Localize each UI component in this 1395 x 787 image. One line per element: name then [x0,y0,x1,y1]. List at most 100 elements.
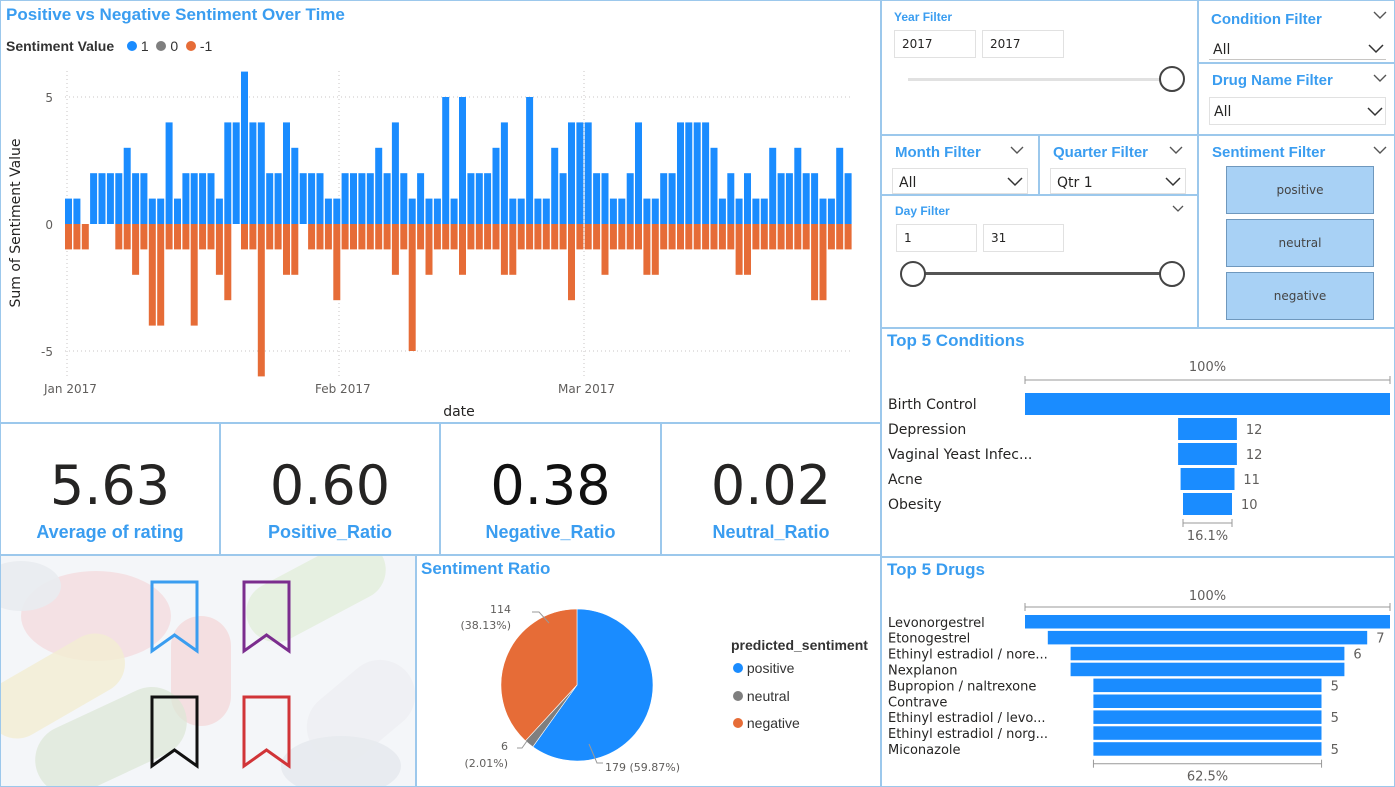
chevron-down-icon[interactable] [1373,74,1387,83]
negative-bar[interactable] [123,224,131,250]
negative-bar[interactable] [417,224,425,250]
negative-bar[interactable] [241,224,248,250]
negative-bar[interactable] [769,224,777,250]
negative-bar[interactable] [584,224,592,250]
funnel-bar[interactable] [1180,468,1235,490]
positive-bar[interactable] [417,173,425,224]
positive-bar[interactable] [526,97,534,224]
positive-bar[interactable] [760,198,768,224]
positive-bar[interactable] [484,173,492,224]
positive-bar[interactable] [241,71,248,224]
negative-bar[interactable] [224,224,232,301]
positive-bar[interactable] [509,198,517,224]
day-slider-handle-start[interactable] [900,261,926,287]
positive-bar[interactable] [702,122,710,224]
day-from-input[interactable]: 1 [896,224,977,252]
positive-bar[interactable] [274,173,282,224]
sentiment-option-negative[interactable]: negative [1226,272,1374,320]
negative-bar[interactable] [651,224,659,275]
negative-bar[interactable] [283,224,290,275]
funnel-bar[interactable] [1178,418,1237,440]
positive-bar[interactable] [358,173,366,224]
positive-bar[interactable] [677,122,684,224]
negative-bar[interactable] [257,224,265,377]
month-filter-dropdown[interactable]: All [892,168,1028,194]
positive-bar[interactable] [643,198,651,224]
day-slider-handle-end[interactable] [1159,261,1185,287]
positive-bar[interactable] [190,173,198,224]
funnel-bar[interactable] [1025,615,1390,629]
negative-bar[interactable] [182,224,190,250]
funnel-bar[interactable] [1025,393,1390,415]
negative-bar[interactable] [442,224,450,250]
positive-bar[interactable] [90,173,98,224]
negative-bar[interactable] [190,224,198,326]
positive-bar[interactable] [308,173,316,224]
positive-bar[interactable] [517,198,525,224]
positive-bar[interactable] [802,173,810,224]
positive-bar[interactable] [710,147,718,224]
negative-bar[interactable] [148,224,156,326]
negative-bar[interactable] [727,224,735,250]
positive-bar[interactable] [400,173,408,224]
positive-bar[interactable] [316,173,324,224]
positive-bar[interactable] [106,173,114,224]
negative-bar[interactable] [609,224,617,250]
chevron-down-icon[interactable] [1172,205,1184,213]
negative-bar[interactable] [65,224,72,250]
pie-legend-neutral[interactable]: neutral [733,688,790,704]
negative-bar[interactable] [433,224,441,250]
year-slider-track[interactable] [908,78,1174,81]
positive-bar[interactable] [366,173,374,224]
positive-bar[interactable] [459,97,466,224]
negative-bar[interactable] [710,224,718,250]
positive-bar[interactable] [182,173,190,224]
positive-bar[interactable] [324,198,332,224]
negative-bar[interactable] [383,224,391,250]
positive-bar[interactable] [65,198,72,224]
negative-bar[interactable] [316,224,324,250]
negative-bar[interactable] [132,224,140,275]
positive-bar[interactable] [341,173,349,224]
chevron-down-icon[interactable] [1169,146,1183,155]
positive-bar[interactable] [727,173,735,224]
bookmark-blue-icon[interactable] [149,579,201,655]
negative-bar[interactable] [467,224,475,250]
funnel-bar[interactable] [1070,646,1345,661]
negative-bar[interactable] [735,224,743,275]
negative-bar[interactable] [341,224,349,250]
funnel-bar[interactable] [1093,710,1322,724]
negative-bar[interactable] [702,224,710,250]
negative-bar[interactable] [500,224,508,275]
positive-bar[interactable] [207,173,215,224]
positive-bar[interactable] [651,198,659,224]
day-to-input[interactable]: 31 [983,224,1064,252]
positive-bar[interactable] [174,198,181,224]
negative-bar[interactable] [408,224,416,351]
positive-bar[interactable] [693,122,701,224]
negative-bar[interactable] [568,224,575,301]
positive-bar[interactable] [559,173,567,224]
funnel-bar[interactable] [1093,742,1322,756]
negative-bar[interactable] [358,224,366,250]
funnel-bar[interactable] [1093,694,1322,709]
positive-bar[interactable] [551,147,559,224]
negative-bar[interactable] [559,224,567,250]
positive-bar[interactable] [836,147,844,224]
negative-bar[interactable] [199,224,207,250]
positive-bar[interactable] [283,122,290,224]
negative-bar[interactable] [400,224,408,250]
negative-bar[interactable] [811,224,819,301]
positive-bar[interactable] [568,122,575,224]
positive-bar[interactable] [584,122,592,224]
sentiment-option-neutral[interactable]: neutral [1226,219,1374,267]
positive-bar[interactable] [450,198,458,224]
positive-bar[interactable] [467,173,475,224]
negative-bar[interactable] [375,224,383,250]
negative-bar[interactable] [618,224,626,250]
pie-legend-positive[interactable]: positive [733,660,794,676]
positive-bar[interactable] [333,198,341,224]
positive-bar[interactable] [115,173,123,224]
funnel-bar[interactable] [1178,443,1237,465]
positive-bar[interactable] [140,173,148,224]
